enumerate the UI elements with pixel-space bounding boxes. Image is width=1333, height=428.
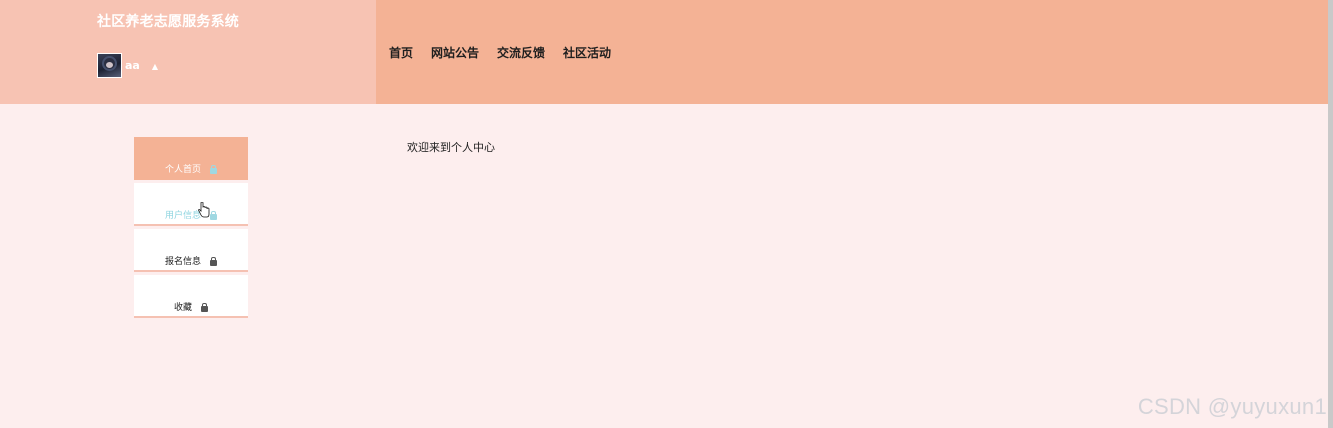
avatar[interactable] [97,53,122,78]
nav-item-announcements[interactable]: 网站公告 [431,44,479,61]
app-title: 社区养老志愿服务系统 [97,14,239,30]
watermark: CSDN @yuyuxun1 [1137,394,1327,419]
page: 社区养老志愿服务系统 aa ▲ 首页 网站公告 交流反馈 社区活动 个人首页 用… [0,0,1333,428]
sidebar-item-favorites[interactable]: 收藏 [134,275,248,318]
nav-item-feedback[interactable]: 交流反馈 [497,44,545,61]
sidebar-item-user-info[interactable]: 用户信息 [134,183,248,226]
sidebar-item-label: 个人首页 [164,165,201,175]
sidebar-item-registration-info[interactable]: 报名信息 [134,229,248,272]
lock-icon [201,303,208,312]
lock-icon [210,211,217,220]
sidebar-item-label: 报名信息 [164,257,201,267]
username[interactable]: aa [125,59,140,72]
sidebar-menu: 个人首页 用户信息 报名信息 收藏 [134,137,248,321]
top-bar: 社区养老志愿服务系统 aa ▲ 首页 网站公告 交流反馈 社区活动 [0,0,1328,104]
nav-item-home[interactable]: 首页 [389,44,413,61]
sidebar-item-label: 收藏 [173,303,192,313]
sidebar-item-personal-home[interactable]: 个人首页 [134,137,248,180]
hand-cursor-icon [198,202,210,218]
nav-item-community-activities[interactable]: 社区活动 [563,44,611,61]
brand-area: 社区养老志愿服务系统 aa ▲ [0,0,376,104]
welcome-text: 欢迎来到个人中心 [407,141,495,154]
main-nav: 首页 网站公告 交流反馈 社区活动 [376,0,1328,104]
scrollbar[interactable] [1328,0,1333,428]
user-menu[interactable]: aa ▲ [97,53,158,78]
lock-icon [210,257,217,266]
caret-up-icon[interactable]: ▲ [152,62,158,71]
lock-icon [210,165,217,174]
sidebar-item-label: 用户信息 [164,211,201,221]
